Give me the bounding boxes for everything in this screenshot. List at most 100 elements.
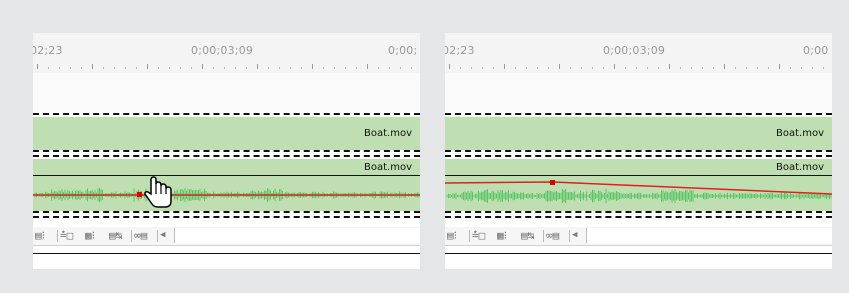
track-separator bbox=[33, 216, 420, 218]
ruler-tick bbox=[680, 67, 681, 69]
time-ruler[interactable]: 02;23 0;00;03;09 0;00; bbox=[33, 33, 420, 73]
audio-clip[interactable]: Boat.mov bbox=[445, 159, 832, 211]
timeline-panel-left: 02;23 0;00;03;09 0;00; Boat.mov Boat.mov… bbox=[33, 33, 420, 269]
ruler-tick bbox=[378, 67, 379, 69]
ruler-tick bbox=[625, 67, 626, 69]
track-separator bbox=[33, 113, 420, 115]
clip-name: Boat.mov bbox=[776, 162, 824, 173]
track-separator bbox=[445, 150, 832, 152]
ruler-tick bbox=[504, 64, 505, 69]
ruler-tick bbox=[301, 67, 302, 69]
ruler-tick bbox=[559, 64, 560, 69]
ruler-tick bbox=[103, 67, 104, 69]
collapse-expand-icon[interactable]: ▦⁝ bbox=[497, 228, 507, 243]
clip-name: Boat.mov bbox=[364, 128, 412, 139]
video-clip[interactable]: Boat.mov bbox=[33, 117, 420, 150]
ruler-tick bbox=[213, 67, 214, 69]
time-ruler[interactable]: 02;23 0;00;03;09 0;00 bbox=[445, 33, 832, 73]
ruler-tick bbox=[603, 67, 604, 69]
ruler-tick bbox=[537, 67, 538, 69]
audio-waveform bbox=[33, 176, 420, 208]
zoom-icon[interactable]: ∞▤ bbox=[546, 228, 559, 243]
ruler-tick bbox=[790, 67, 791, 69]
ruler-tick bbox=[312, 64, 313, 69]
track-separator bbox=[33, 211, 420, 213]
timecode-label: 0;00;03;09 bbox=[191, 44, 254, 57]
empty-track-area bbox=[445, 73, 832, 112]
ruler-tick bbox=[493, 67, 494, 69]
ruler-tick bbox=[334, 67, 335, 69]
volume-line[interactable] bbox=[445, 181, 832, 195]
ruler-tick bbox=[323, 67, 324, 69]
ruler-tick bbox=[356, 67, 357, 69]
collapse-expand-icon[interactable]: ▦⁝ bbox=[85, 228, 95, 243]
ruler-tick bbox=[367, 64, 368, 69]
horizontal-scrollbar[interactable] bbox=[586, 228, 832, 243]
ruler-tick bbox=[471, 67, 472, 69]
timecode-label: 0;00; bbox=[388, 44, 418, 57]
track-toolbar: ▤⁝ ≛□ ▦⁝ ▤↹ ∞▤ ◀ bbox=[445, 227, 832, 246]
ruler-tick bbox=[746, 67, 747, 69]
track-separator bbox=[33, 155, 420, 157]
video-clip[interactable]: Boat.mov bbox=[445, 117, 832, 150]
ruler-tick bbox=[48, 67, 49, 69]
ruler-tick bbox=[257, 64, 258, 69]
track-separator bbox=[445, 211, 832, 213]
ruler-tick bbox=[279, 67, 280, 69]
track-display-icon[interactable]: ▤⁝ bbox=[447, 228, 457, 243]
ruler-tick bbox=[823, 67, 824, 69]
ruler-tick bbox=[136, 67, 137, 69]
volume-keyframe[interactable] bbox=[137, 192, 142, 197]
ruler-tick bbox=[147, 64, 148, 69]
ruler-tick bbox=[202, 64, 203, 69]
ruler-tick bbox=[570, 67, 571, 69]
ruler-tick bbox=[59, 67, 60, 69]
ruler-tick bbox=[235, 67, 236, 69]
ruler-tick bbox=[411, 67, 412, 69]
track-separator bbox=[445, 113, 832, 115]
audio-waveform bbox=[445, 180, 832, 204]
clip-name: Boat.mov bbox=[364, 162, 412, 173]
track-separator bbox=[445, 216, 832, 218]
ruler-tick bbox=[636, 67, 637, 69]
track-toolbar: ▤⁝ ≛□ ▦⁝ ▤↹ ∞▤ ◀ bbox=[33, 227, 420, 246]
set-display-style-icon[interactable]: ≛□ bbox=[472, 228, 485, 243]
ruler-tick bbox=[526, 67, 527, 69]
ruler-ticks bbox=[445, 63, 832, 69]
ruler-tick bbox=[345, 67, 346, 69]
ruler-tick bbox=[548, 67, 549, 69]
volume-keyframe[interactable] bbox=[550, 180, 555, 185]
keyframe-icon[interactable]: ▤↹ bbox=[109, 228, 122, 243]
ruler-tick bbox=[114, 67, 115, 69]
keyframe-icon[interactable]: ▤↹ bbox=[521, 228, 534, 243]
ruler-tick bbox=[191, 67, 192, 69]
scroll-left-arrow-icon[interactable]: ◀ bbox=[160, 228, 165, 243]
ruler-tick bbox=[713, 67, 714, 69]
ruler-tick bbox=[81, 67, 82, 69]
ruler-tick bbox=[669, 64, 670, 69]
ruler-tick bbox=[768, 67, 769, 69]
ruler-tick bbox=[779, 64, 780, 69]
ruler-tick bbox=[169, 67, 170, 69]
horizontal-scrollbar[interactable] bbox=[174, 228, 420, 243]
ruler-tick bbox=[658, 67, 659, 69]
zoom-icon[interactable]: ∞▤ bbox=[134, 228, 147, 243]
ruler-tick bbox=[735, 67, 736, 69]
audio-clip[interactable]: Boat.mov bbox=[33, 159, 420, 211]
ruler-tick bbox=[389, 67, 390, 69]
ruler-tick bbox=[702, 67, 703, 69]
ruler-tick bbox=[515, 67, 516, 69]
ruler-tick bbox=[460, 67, 461, 69]
scroll-left-arrow-icon[interactable]: ◀ bbox=[572, 228, 577, 243]
ruler-tick bbox=[592, 67, 593, 69]
ruler-ticks bbox=[33, 63, 420, 69]
track-display-icon[interactable]: ▤⁝ bbox=[35, 228, 45, 243]
ruler-tick bbox=[482, 67, 483, 69]
ruler-tick bbox=[812, 67, 813, 69]
ruler-tick bbox=[647, 67, 648, 69]
ruler-tick bbox=[724, 64, 725, 69]
set-display-style-icon[interactable]: ≛□ bbox=[60, 228, 73, 243]
ruler-tick bbox=[37, 64, 38, 69]
ruler-tick bbox=[290, 67, 291, 69]
ruler-tick bbox=[158, 67, 159, 69]
